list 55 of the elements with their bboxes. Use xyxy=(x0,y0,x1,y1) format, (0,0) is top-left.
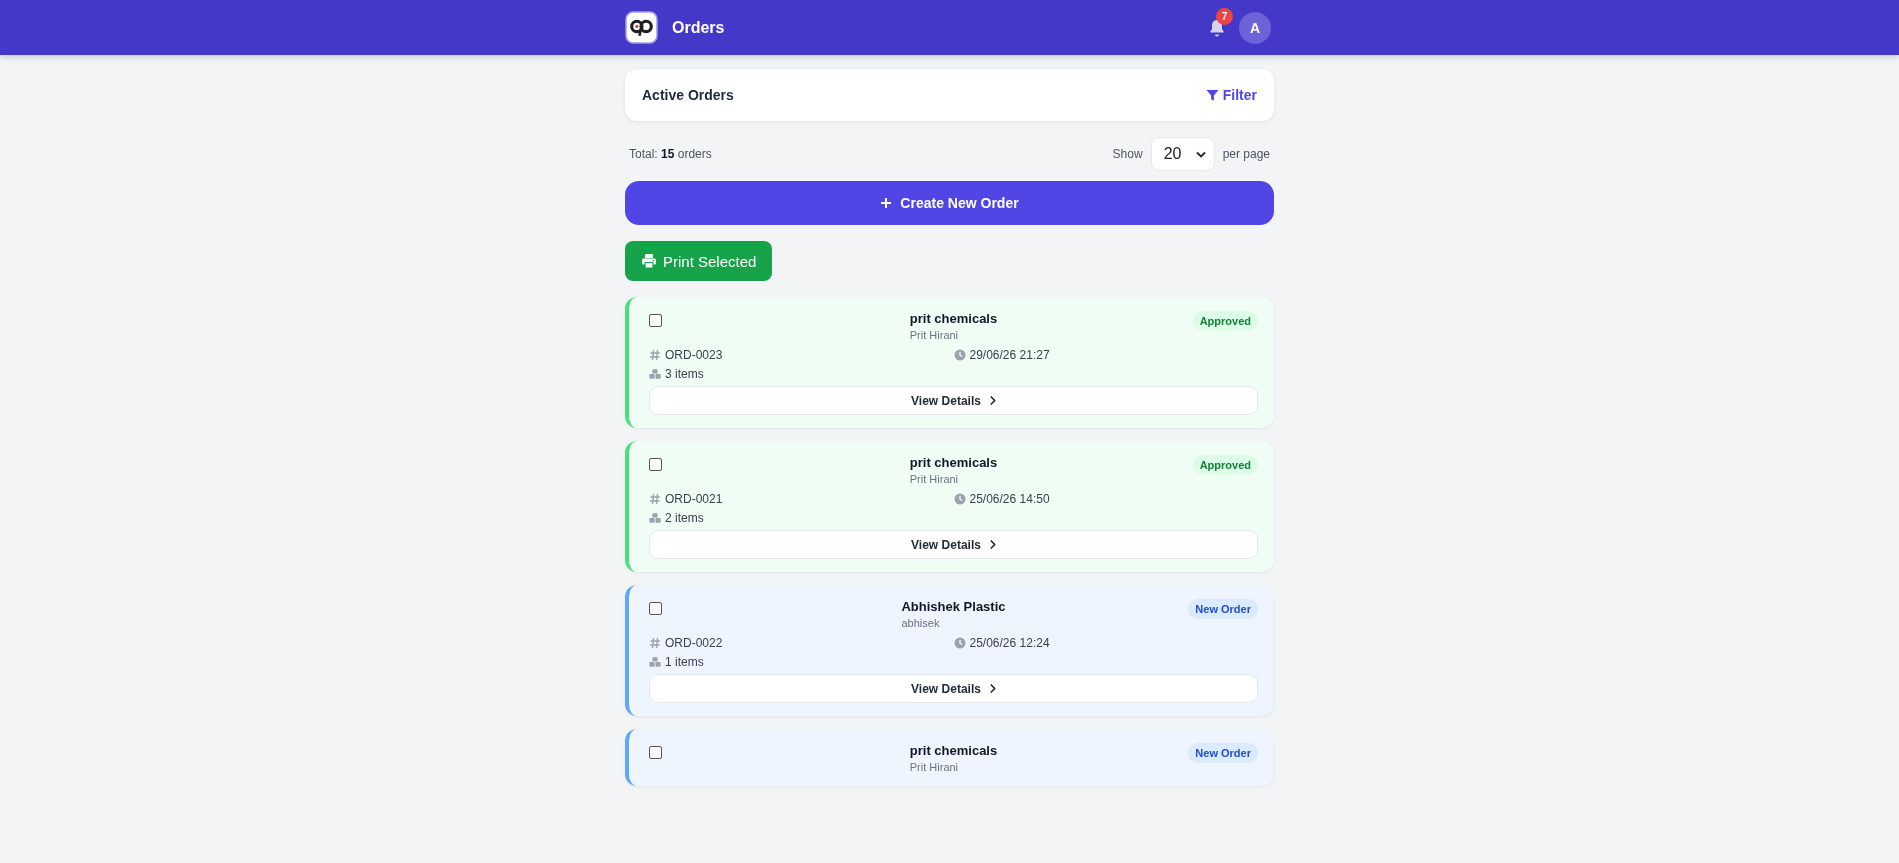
show-label: Show xyxy=(1112,147,1143,161)
customer-name: Abhishek Plastic xyxy=(901,599,1006,614)
order-date: 29/06/26 21:27 xyxy=(969,348,1050,362)
item-count: 2 items xyxy=(665,511,704,525)
clock-icon xyxy=(953,349,966,361)
customer-name: prit chemicals xyxy=(909,311,998,326)
create-order-button[interactable]: Create New Order xyxy=(625,181,1274,225)
page-title: Orders xyxy=(672,18,725,37)
filter-button[interactable]: Filter xyxy=(1205,87,1257,103)
cubes-icon xyxy=(649,368,661,380)
order-id: ORD-0021 xyxy=(665,492,723,506)
clock-icon xyxy=(953,637,966,649)
chevron-right-icon xyxy=(988,395,996,406)
status-badge: Approved xyxy=(1192,455,1258,475)
status-badge: New Order xyxy=(1188,599,1258,619)
status-badge: Approved xyxy=(1192,311,1258,331)
cubes-icon xyxy=(649,512,661,524)
view-details-button[interactable]: View Details xyxy=(649,386,1258,415)
hash-icon xyxy=(649,637,661,649)
logo-icon xyxy=(625,11,658,44)
view-details-button[interactable]: View Details xyxy=(649,674,1258,703)
select-checkbox[interactable] xyxy=(649,602,662,615)
contact-name: Prit Hirani xyxy=(909,473,960,485)
notification-badge: 7 xyxy=(1216,7,1233,25)
contact-name: Prit Hirani xyxy=(909,329,960,341)
order-date: 25/06/26 12:24 xyxy=(969,636,1050,650)
contact-name: abhisek xyxy=(901,617,941,629)
status-badge: New Order xyxy=(1188,743,1258,763)
select-checkbox[interactable] xyxy=(649,314,662,327)
printer-icon xyxy=(641,253,657,269)
user-avatar[interactable]: A xyxy=(1239,11,1271,44)
order-id: ORD-0022 xyxy=(665,636,723,650)
order-date: 25/06/26 14:50 xyxy=(969,492,1050,506)
contact-name: Prit Hirani xyxy=(909,761,960,773)
customer-name: prit chemicals xyxy=(909,455,998,470)
total-orders-text: Total: 15 orders xyxy=(629,147,712,161)
panel-title: Active Orders xyxy=(642,87,734,103)
page-size-select[interactable]: 20 xyxy=(1150,137,1215,171)
item-count: 3 items xyxy=(665,367,704,381)
filter-icon xyxy=(1205,88,1219,102)
select-checkbox[interactable] xyxy=(649,458,662,471)
hash-icon xyxy=(649,349,661,361)
select-checkbox[interactable] xyxy=(649,746,662,759)
per-page-label: per page xyxy=(1222,147,1270,161)
caret-icon xyxy=(1195,150,1206,158)
order-id: ORD-0023 xyxy=(665,348,723,362)
cubes-icon xyxy=(649,656,661,668)
plus-icon xyxy=(880,197,893,209)
hash-icon xyxy=(649,493,661,505)
view-details-button[interactable]: View Details xyxy=(649,530,1258,559)
clock-icon xyxy=(953,493,966,505)
customer-name: prit chemicals xyxy=(909,743,998,758)
chevron-right-icon xyxy=(988,539,996,550)
chevron-right-icon xyxy=(988,683,996,694)
item-count: 1 items xyxy=(665,655,704,669)
